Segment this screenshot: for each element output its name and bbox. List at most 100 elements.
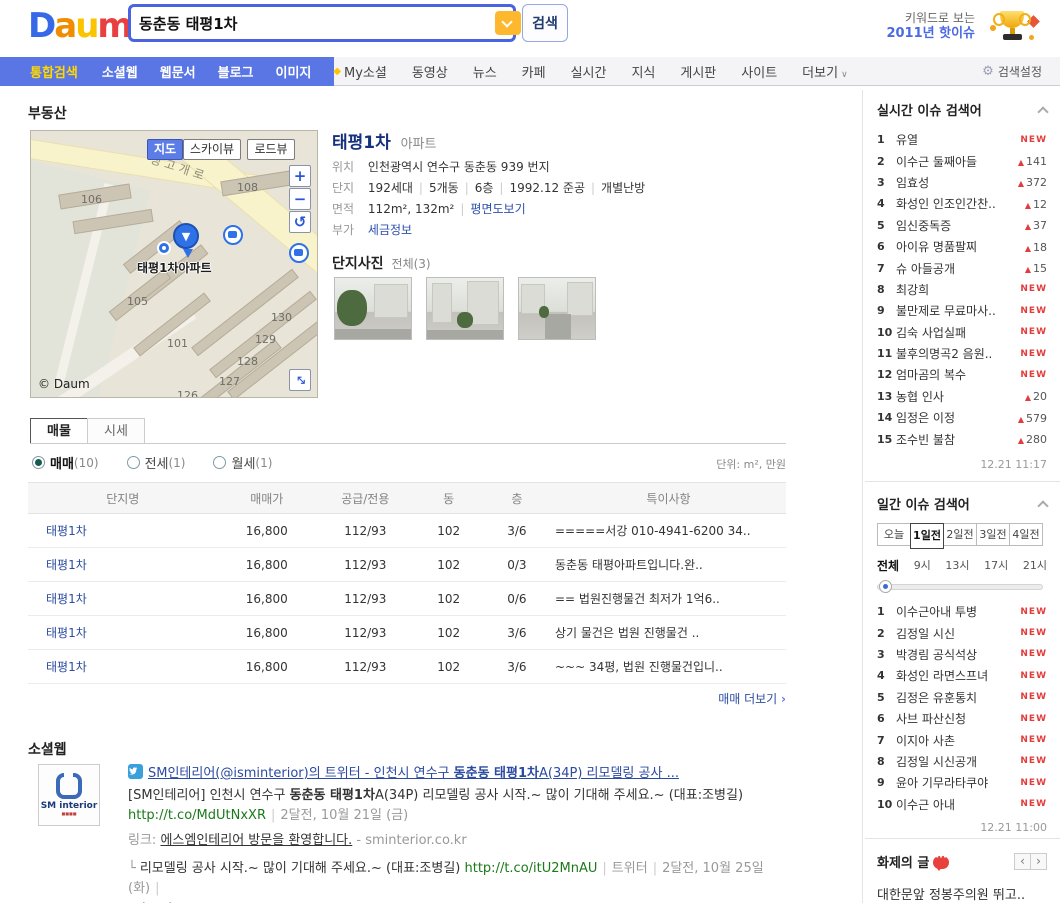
list-item[interactable]: 3임효성▲372 bbox=[877, 172, 1047, 193]
tab-my-social[interactable]: My소셜 bbox=[344, 62, 387, 81]
time-label[interactable]: 17시 bbox=[984, 557, 1008, 574]
more-sale-link[interactable]: 매매 더보기 › bbox=[586, 690, 786, 707]
tab-4days-ago[interactable]: 4일전 bbox=[1009, 523, 1043, 546]
keyword-link[interactable]: 임신중독증 bbox=[896, 217, 1025, 234]
list-item[interactable]: 9불만제로 무료마사..NEW bbox=[877, 300, 1047, 321]
list-item[interactable]: 2이수근 둘째아들▲141 bbox=[877, 150, 1047, 171]
list-item[interactable]: 10김숙 사업실패NEW bbox=[877, 322, 1047, 343]
complex-photo-3[interactable] bbox=[518, 277, 596, 340]
keyword-link[interactable]: 농협 인사 bbox=[896, 388, 1025, 405]
list-item[interactable]: 8김정일 시신공개NEW bbox=[877, 751, 1047, 772]
keyword-link[interactable]: 이수근 둘째아들 bbox=[896, 153, 1018, 170]
tab-today[interactable]: 오늘 bbox=[877, 523, 911, 546]
map-busstop-icon[interactable] bbox=[157, 241, 171, 255]
tab-market-price[interactable]: 시세 bbox=[87, 418, 145, 444]
list-item[interactable]: 15조수빈 불참▲280 bbox=[877, 428, 1047, 449]
keyword-link[interactable]: 화성인 인조인간찬.. bbox=[896, 195, 1025, 212]
keyword-link[interactable]: 박경림 공식석상 bbox=[896, 646, 1020, 663]
map-mode-button-roadview[interactable]: 로드뷰 bbox=[247, 139, 295, 160]
search-history-dropdown-button[interactable] bbox=[495, 11, 521, 35]
tab-2days-ago[interactable]: 2일전 bbox=[943, 523, 977, 546]
time-label[interactable]: 9시 bbox=[914, 557, 931, 574]
map-widget[interactable]: 106 108 105 101 130 129 128 127 126 앵고개로… bbox=[30, 130, 318, 398]
collapse-icon[interactable] bbox=[1037, 106, 1048, 117]
list-item[interactable]: 6아이유 명품팔찌▲18 bbox=[877, 236, 1047, 257]
next-button[interactable]: › bbox=[1030, 853, 1047, 870]
keyword-link[interactable]: 사브 파산신청 bbox=[896, 710, 1020, 727]
filter-sale[interactable]: 매매(10) bbox=[32, 453, 99, 472]
list-item[interactable]: 3박경림 공식석상NEW bbox=[877, 644, 1047, 665]
filter-jeonse[interactable]: 전세(1) bbox=[127, 453, 186, 472]
listing-link[interactable]: 태평1차 bbox=[46, 660, 87, 674]
keyword-link[interactable]: 임효성 bbox=[896, 174, 1018, 191]
time-label[interactable]: 13시 bbox=[945, 557, 969, 574]
tab-knowledge[interactable]: 지식 bbox=[631, 62, 655, 81]
keyword-link[interactable]: 불만제로 무료마사.. bbox=[896, 302, 1020, 319]
time-label[interactable]: 21시 bbox=[1023, 557, 1047, 574]
list-item[interactable]: 12엄마곰의 복수NEW bbox=[877, 364, 1047, 385]
slider-handle[interactable] bbox=[879, 580, 892, 593]
keyword-link[interactable]: 화성인 라면스프녀 bbox=[896, 667, 1020, 684]
keyword-link[interactable]: 엄마곰의 복수 bbox=[896, 366, 1020, 383]
list-item[interactable]: 5임신중독증▲37 bbox=[877, 215, 1047, 236]
keyword-link[interactable]: 김정은 유훈통치 bbox=[896, 689, 1020, 706]
hot-issue-banner[interactable]: 키워드로 보는 2011년 핫이슈 bbox=[886, 10, 975, 42]
tab-video[interactable]: 동영상 bbox=[412, 62, 448, 81]
search-button[interactable]: 검색 bbox=[522, 4, 568, 42]
sns-title-link[interactable]: SM인테리어(@isminterior)의 트위터 - 인천시 연수구 동춘동 … bbox=[148, 766, 679, 781]
sns-site-link[interactable]: 에스엠인테리어 방문을 환영합니다. bbox=[160, 833, 352, 848]
map-compass-button[interactable]: ↺ bbox=[289, 211, 311, 233]
tab-board[interactable]: 게시판 bbox=[680, 62, 716, 81]
tab-blog[interactable]: 블로그 bbox=[218, 62, 254, 81]
map-expand-button[interactable]: ↔ bbox=[289, 369, 311, 391]
listing-link[interactable]: 태평1차 bbox=[46, 524, 87, 538]
collapse-icon[interactable] bbox=[1037, 500, 1048, 511]
list-item[interactable]: 11불후의명곡2 음원..NEW bbox=[877, 343, 1047, 364]
list-item[interactable]: 5김정은 유훈통치NEW bbox=[877, 687, 1047, 708]
tax-info-link[interactable]: 세금정보 bbox=[368, 223, 412, 237]
keyword-link[interactable]: 윤아 기무라타쿠야 bbox=[896, 774, 1020, 791]
time-label[interactable]: 전체 bbox=[877, 557, 899, 574]
complex-photo-1[interactable] bbox=[334, 277, 412, 340]
map-bus-icon[interactable] bbox=[289, 243, 309, 263]
buzz-post-link[interactable]: 대한문앞 정봉주의원 뛰고.. bbox=[877, 884, 1047, 903]
tab-cafe[interactable]: 카페 bbox=[522, 62, 546, 81]
list-item[interactable]: 14임정은 이정▲579 bbox=[877, 407, 1047, 428]
keyword-link[interactable]: 김숙 사업실패 bbox=[896, 324, 1020, 341]
map-zoom-out-button[interactable]: − bbox=[289, 188, 311, 210]
list-item[interactable]: 2김정일 시신NEW bbox=[877, 622, 1047, 643]
tab-listings[interactable]: 매물 bbox=[30, 418, 88, 444]
list-item[interactable]: 1유열NEW bbox=[877, 129, 1047, 150]
keyword-link[interactable]: 슈 아들공개 bbox=[896, 260, 1025, 277]
keyword-link[interactable]: 아이유 명품팔찌 bbox=[896, 238, 1025, 255]
map-zoom-in-button[interactable]: + bbox=[289, 165, 311, 187]
list-item[interactable]: 1이수근아내 투병NEW bbox=[877, 601, 1047, 622]
tab-image[interactable]: 이미지 bbox=[276, 62, 312, 81]
keyword-link[interactable]: 조수빈 불참 bbox=[896, 431, 1018, 448]
keyword-link[interactable]: 유열 bbox=[896, 131, 1020, 148]
listing-link[interactable]: 태평1차 bbox=[46, 592, 87, 606]
daum-logo[interactable]: Daum bbox=[28, 6, 131, 46]
list-item[interactable]: 4화성인 인조인간찬..▲12 bbox=[877, 193, 1047, 214]
photos-count[interactable]: 전체(3) bbox=[392, 257, 431, 271]
keyword-link[interactable]: 임정은 이정 bbox=[896, 409, 1018, 426]
list-item[interactable]: 4화성인 라면스프녀NEW bbox=[877, 665, 1047, 686]
sns-body-url[interactable]: http://t.co/MdUtNxXR bbox=[128, 808, 266, 823]
list-item[interactable]: 6사브 파산신청NEW bbox=[877, 708, 1047, 729]
slider-track[interactable] bbox=[877, 584, 1043, 590]
list-item[interactable]: 7슈 아들공개▲15 bbox=[877, 257, 1047, 278]
tab-social-web[interactable]: 소셜웹 bbox=[102, 62, 138, 81]
keyword-link[interactable]: 최강희 bbox=[896, 281, 1020, 298]
keyword-link[interactable]: 김정일 시신 bbox=[896, 625, 1020, 642]
list-item[interactable]: 8최강희NEW bbox=[877, 279, 1047, 300]
keyword-link[interactable]: 불후의명곡2 음원.. bbox=[896, 345, 1020, 362]
tab-integrated-search[interactable]: 통합검색 bbox=[30, 62, 78, 81]
map-bus-icon[interactable] bbox=[223, 225, 243, 245]
list-item[interactable]: 7이지아 사촌NEW bbox=[877, 729, 1047, 750]
list-item[interactable]: 10이수근 아내NEW bbox=[877, 794, 1047, 815]
map-mode-button-map[interactable]: 지도 bbox=[147, 139, 183, 160]
keyword-link[interactable]: 김정일 시신공개 bbox=[896, 753, 1020, 770]
filter-monthly[interactable]: 월세(1) bbox=[213, 453, 272, 472]
prev-button[interactable]: ‹ bbox=[1014, 853, 1031, 870]
tab-realtime[interactable]: 실시간 bbox=[571, 62, 607, 81]
